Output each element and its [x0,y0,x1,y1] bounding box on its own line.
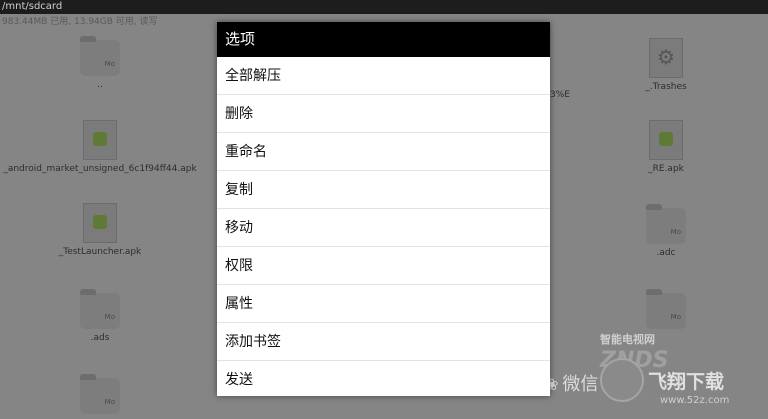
folder-icon: Mo [80,374,120,414]
watermark-text: 智能电视网 [600,333,655,346]
file-name: .. [97,80,103,90]
storage-info: 983.44MB 已用, 13.94GB 可用, 读写 [2,17,158,27]
watermark-wechat: ❀ 微信 [545,374,599,395]
file-item[interactable]: _android_market_unsigned_6c1f94ff44.apk [0,120,200,174]
options-dialog: 选项 全部解压 删除 重命名 复制 移动 权限 属性 添加书签 发送 [217,22,550,396]
menu-item-copy[interactable]: 复制 [217,171,550,209]
apk-icon [83,203,117,243]
file-name: _RE.apk [648,164,684,174]
folder-icon: Mo [80,289,120,329]
menu-item-send[interactable]: 发送 [217,361,550,396]
folder-icon: Mo [646,204,686,244]
file-item[interactable]: _TestLauncher.apk [0,203,200,257]
menu-item-move[interactable]: 移动 [217,209,550,247]
dialog-title: 选项 [217,22,550,57]
file-item[interactable]: Mo [566,289,766,329]
apk-icon [83,120,117,160]
file-item[interactable]: Mo .. [0,36,200,90]
file-name: .ads [90,333,110,343]
file-item[interactable]: _RE.apk [566,120,766,174]
path-bar: /mnt/sdcard [0,0,768,14]
menu-item-delete[interactable]: 删除 [217,95,550,133]
file-item[interactable]: Mo .adc [566,204,766,258]
watermark-url: www.52z.com [660,395,730,406]
menu-item-permissions[interactable]: 权限 [217,247,550,285]
file-name: _TestLauncher.apk [58,247,142,257]
menu-item-add-bookmark[interactable]: 添加书签 [217,323,550,361]
menu-item-properties[interactable]: 属性 [217,285,550,323]
file-name: .adc [656,248,676,258]
gear-icon: ⚙ [649,38,683,78]
file-item[interactable]: ⚙ _.Trashes [566,38,766,92]
menu-item-rename[interactable]: 重命名 [217,133,550,171]
file-name: _.Trashes [645,82,687,92]
folder-icon: Mo [646,289,686,329]
apk-icon [649,120,683,160]
watermark-site-name: 飞翔下载 [648,371,725,393]
file-item[interactable]: Mo .ads [0,289,200,343]
menu-item-extract-all[interactable]: 全部解压 [217,57,550,95]
folder-icon: Mo [80,36,120,76]
file-item[interactable]: Mo [0,374,200,414]
watermark-logo [600,358,644,402]
file-name: _android_market_unsigned_6c1f94ff44.apk [3,164,197,174]
